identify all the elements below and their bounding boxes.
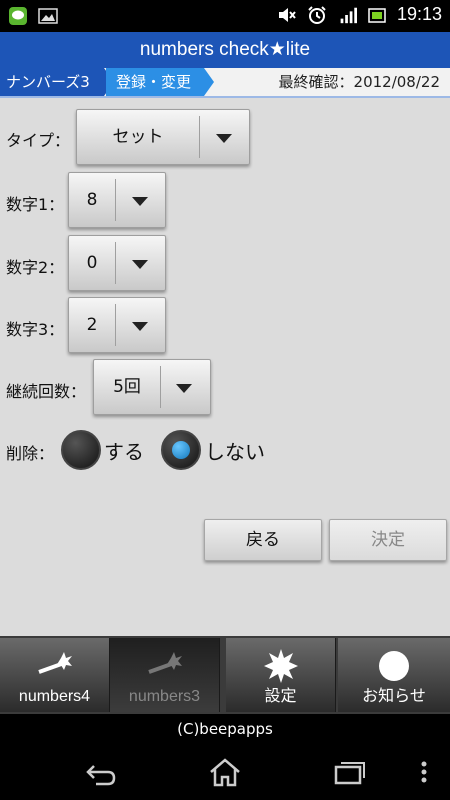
copyright-footer: (C)beepapps [0,714,450,744]
numbers4-icon [37,652,72,674]
tab-numbers3-label: numbers3 [128,688,201,705]
digit2-value: 0 [86,253,98,273]
tab-numbers4[interactable]: numbers4 [0,638,110,712]
tab-settings-label: 設定 [264,688,297,705]
digit3-value: 2 [86,315,98,335]
line-app-icon [9,7,27,25]
home-nav-icon[interactable] [207,756,243,788]
chevron-down-icon [132,197,148,206]
system-nav-bar [0,744,450,800]
digit1-value: 8 [86,190,98,210]
type-dropdown[interactable]: セット [76,109,250,165]
delete-no-label[interactable]: しない [205,436,265,465]
status-bar: 19:13 [0,0,450,32]
overflow-menu-icon[interactable] [414,756,434,788]
image-icon [38,8,58,24]
breadcrumb-item-numbers3[interactable]: ナンバーズ3 [0,68,114,96]
digit2-dropdown[interactable]: 0 [68,235,166,291]
tab-notice-label: お知らせ [362,688,426,705]
repeat-value: 5回 [113,377,141,397]
digit3-dropdown[interactable]: 2 [68,297,166,353]
repeat-label: 継続回数： [6,382,87,401]
dropdown-divider [199,116,200,158]
tab-numbers4-label: numbers4 [18,688,91,705]
last-check-date: 最終確認：2012/08/22 [278,73,440,91]
dropdown-divider [115,242,116,284]
chevron-down-icon [176,384,192,393]
digit2-label: 数字2： [6,258,65,277]
repeat-dropdown[interactable]: 5回 [93,359,211,415]
alarm-icon [308,5,326,24]
clock: 19:13 [396,4,442,24]
back-button[interactable]: 戻る [204,519,322,561]
lte-signal-icon [340,7,357,23]
digit1-label: 数字1： [6,195,65,214]
tab-settings[interactable]: 設定 [226,638,336,712]
tab-notice[interactable]: お知らせ [338,638,450,712]
delete-no-radio[interactable] [161,430,201,470]
chevron-down-icon [132,322,148,331]
chevron-down-icon [216,134,232,143]
notice-circle-icon [379,651,409,681]
digit1-dropdown[interactable]: 8 [68,172,166,228]
chevron-down-icon [132,260,148,269]
bottom-tab-bar: numbers4 numbers3 設定 お知らせ [0,636,450,714]
battery-icon [368,7,386,23]
type-label: タイプ： [6,131,71,150]
back-nav-icon[interactable] [82,756,118,788]
breadcrumb-item-register-edit[interactable]: 登録・変更 [106,68,214,96]
dropdown-divider [160,366,161,408]
tab-numbers3[interactable]: numbers3 [110,638,220,712]
app-title: numbers check★lite [0,32,450,68]
numbers3-icon [147,652,182,674]
digit3-label: 数字3： [6,320,65,339]
breadcrumb: ナンバーズ3 登録・変更 最終確認：2012/08/22 [0,68,450,98]
recent-apps-icon[interactable] [332,756,368,788]
type-value: セット [112,127,164,147]
delete-yes-label[interactable]: する [104,436,144,465]
delete-label: 削除： [6,444,55,463]
settings-burst-icon [263,649,298,683]
dropdown-divider [115,304,116,346]
decide-button[interactable]: 決定 [329,519,447,561]
mute-icon [278,7,296,22]
delete-yes-radio[interactable] [61,430,101,470]
radio-selected-dot [172,441,190,459]
dropdown-divider [115,179,116,221]
